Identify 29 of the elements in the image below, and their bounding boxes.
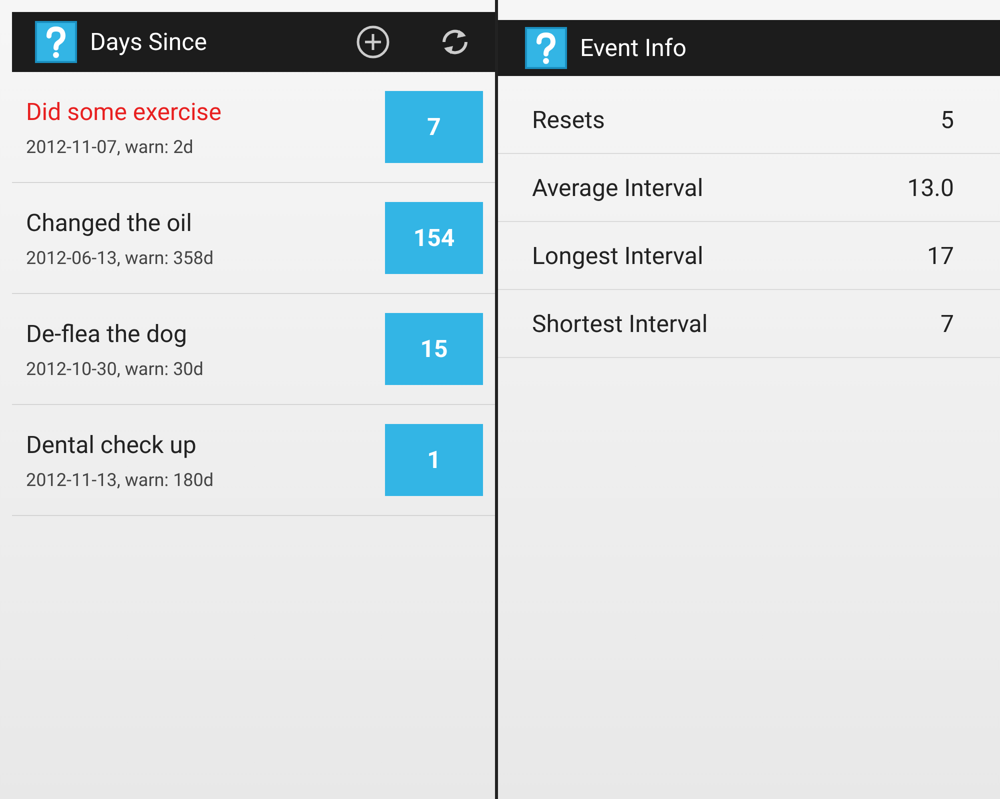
days-count: 15 (385, 313, 483, 385)
stat-value: 17 (927, 240, 954, 272)
event-name: Dental check up (26, 430, 198, 460)
event-detail: 2012-10-30, warn: 30d (26, 358, 204, 382)
days-count: 7 (385, 91, 483, 163)
days-count: 1 (385, 424, 483, 496)
event-detail: 2012-11-07, warn: 2d (26, 136, 194, 160)
screen-title: Event Info (580, 33, 686, 64)
event-row[interactable]: Changed the oil 2012-06-13, warn: 358d 154 (12, 183, 495, 294)
question-mark-icon (34, 20, 78, 64)
stat-label: Shortest Interval (532, 308, 709, 340)
add-icon[interactable] (355, 24, 391, 60)
stat-value: 13.0 (907, 172, 954, 204)
event-name: Did some exercise (26, 96, 222, 128)
event-row[interactable]: Did some exercise 2012-11-07, warn: 2d 7 (12, 72, 495, 183)
event-detail: 2012-11-13, warn: 180d (26, 468, 215, 492)
stat-label: Longest Interval (532, 240, 704, 272)
days-count: 154 (385, 202, 483, 274)
event-row[interactable]: Dental check up 2012-11-13, warn: 180d 1 (12, 405, 495, 516)
event-name: Changed the oil (26, 208, 193, 238)
event-detail: 2012-06-13, warn: 358d (26, 246, 215, 270)
event-row[interactable]: De-flea the dog 2012-10-30, warn: 30d 15 (12, 294, 495, 405)
question-mark-icon (524, 26, 568, 70)
event-name: De-flea the dog (26, 318, 188, 350)
app-title: Days Since (90, 27, 208, 58)
stat-label: Average Interval (532, 172, 704, 204)
stat-label: Resets (532, 104, 606, 136)
stat-value: 5 (940, 104, 954, 136)
stat-value: 7 (940, 308, 954, 340)
